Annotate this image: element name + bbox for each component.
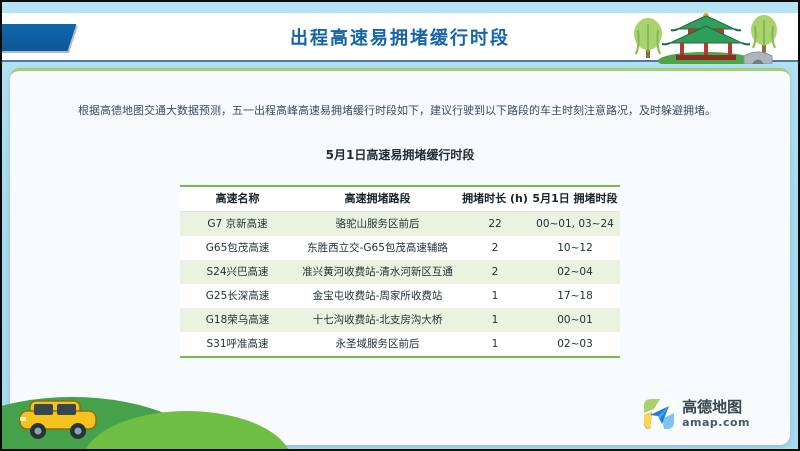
cell-period: 02~03 <box>530 332 620 356</box>
cell-segment: 十七沟收费站-北支房沟大桥 <box>295 308 460 332</box>
table-row: S31呼准高速 永圣域服务区前后 1 02~03 <box>180 332 620 356</box>
amap-logo: 高德地图 amap.com <box>644 399 750 429</box>
cell-duration: 1 <box>460 284 530 308</box>
cell-segment: 永圣域服务区前后 <box>295 332 460 356</box>
car-icon <box>14 393 106 445</box>
cell-highway: G7 京新高速 <box>180 212 295 236</box>
table-row: G7 京新高速 骆驼山服务区前后 22 00~01, 03~24 <box>180 212 620 236</box>
brand-domain: amap.com <box>682 416 750 429</box>
map-app-icon <box>644 399 674 429</box>
cell-period: 00~01, 03~24 <box>530 212 620 236</box>
cell-highway: S31呼准高速 <box>180 332 295 356</box>
cell-highway: G25长深高速 <box>180 284 295 308</box>
cell-duration: 2 <box>460 236 530 260</box>
content-panel: 根据高德地图交通大数据预测，五一出程高峰高速易拥堵缓行时段如下，建议行驶到以下路… <box>10 68 790 445</box>
cell-period: 17~18 <box>530 284 620 308</box>
table-row: G65包茂高速 东胜西立交-G65包茂高速辅路 2 10~12 <box>180 236 620 260</box>
cell-period: 00~01 <box>530 308 620 332</box>
cell-duration: 22 <box>460 212 530 236</box>
cell-duration: 1 <box>460 308 530 332</box>
header-cell-period: 5月1日 拥堵时段 <box>530 187 620 211</box>
pavilion-icon <box>624 12 794 64</box>
cell-highway: G18荣乌高速 <box>180 308 295 332</box>
cell-highway: G65包茂高速 <box>180 236 295 260</box>
cell-duration: 2 <box>460 260 530 284</box>
cell-segment: 骆驼山服务区前后 <box>295 212 460 236</box>
table-row: G25长深高速 金宝屯收费站-周家所收费站 1 17~18 <box>180 284 620 308</box>
table-row: S24兴巴高速 准兴黄河收费站-清水河新区互通 2 02~04 <box>180 260 620 284</box>
ribbon-decoration <box>0 24 76 51</box>
page-title: 出程高速易拥堵缓行时段 <box>290 24 510 50</box>
sky-strip <box>2 441 798 449</box>
brand-name: 高德地图 <box>682 399 750 416</box>
cell-segment: 准兴黄河收费站-清水河新区互通 <box>295 260 460 284</box>
header-cell-segment: 高速拥堵路段 <box>295 187 460 211</box>
infographic-frame: 出程高速易拥堵缓行时段 <box>0 0 800 451</box>
header-cell-duration: 拥堵时长 (h) <box>460 187 530 211</box>
intro-text: 根据高德地图交通大数据预测，五一出程高峰高速易拥堵缓行时段如下，建议行驶到以下路… <box>78 103 722 120</box>
header-cell-highway: 高速名称 <box>180 187 295 211</box>
table-header-row: 高速名称 高速拥堵路段 拥堵时长 (h) 5月1日 拥堵时段 <box>180 187 620 212</box>
cell-duration: 1 <box>460 332 530 356</box>
cell-segment: 东胜西立交-G65包茂高速辅路 <box>295 236 460 260</box>
congestion-table: 高速名称 高速拥堵路段 拥堵时长 (h) 5月1日 拥堵时段 G7 京新高速 骆… <box>180 185 620 358</box>
cell-period: 02~04 <box>530 260 620 284</box>
table-row: G18荣乌高速 十七沟收费站-北支房沟大桥 1 00~01 <box>180 308 620 332</box>
cell-segment: 金宝屯收费站-周家所收费站 <box>295 284 460 308</box>
cell-highway: S24兴巴高速 <box>180 260 295 284</box>
cell-period: 10~12 <box>530 236 620 260</box>
table-title: 5月1日高速易拥堵缓行时段 <box>10 146 790 163</box>
